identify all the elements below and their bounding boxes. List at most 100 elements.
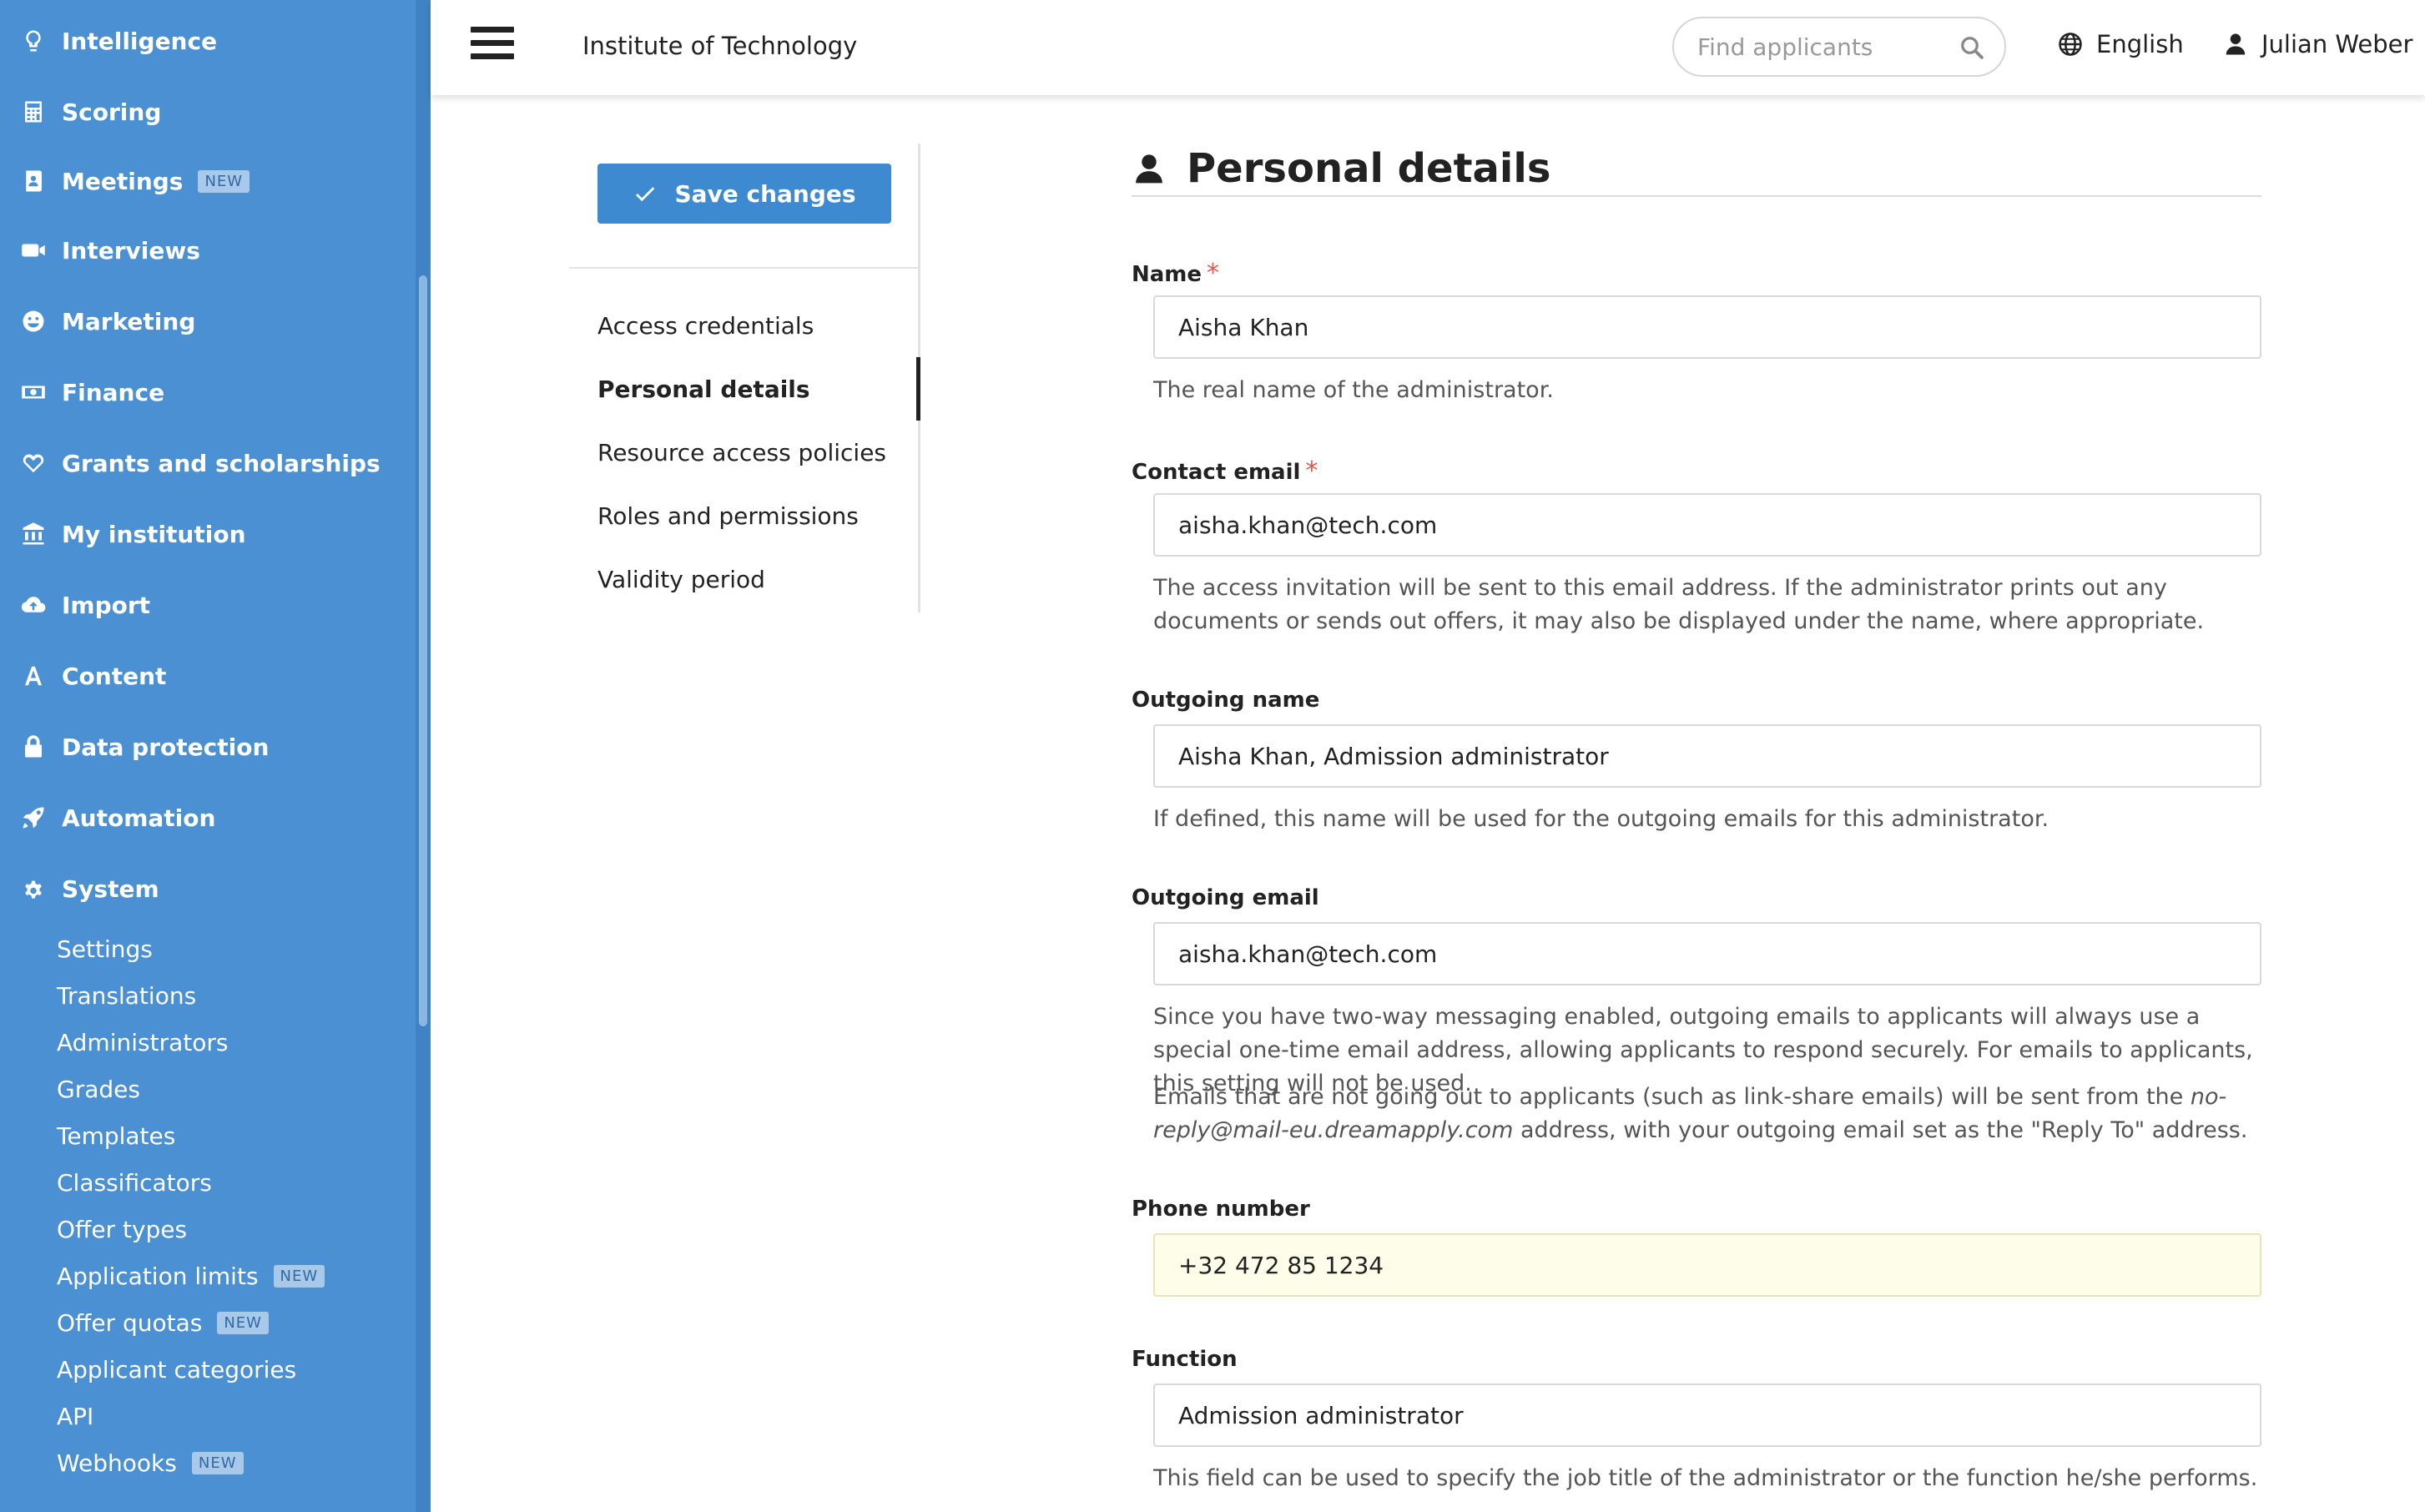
function-help: This field can be used to specify the jo… — [1153, 1465, 2258, 1491]
outgoing-name-label: Outgoing name — [1132, 688, 1320, 713]
divider — [569, 267, 920, 269]
sidebar-item-label: Data protection — [62, 733, 270, 761]
section-link-resource-access-policies[interactable]: Resource access policies — [597, 439, 886, 466]
sidebar-item-marketing[interactable]: Marketing — [20, 296, 195, 346]
sidebar-item-label: Scoring — [62, 98, 162, 126]
sidebar-scrollbar-thumb[interactable] — [419, 275, 427, 1026]
sidebar-subitem-classificators[interactable]: Classificators — [57, 1162, 212, 1203]
phone-number-field[interactable] — [1153, 1233, 2261, 1297]
font-icon — [20, 663, 47, 689]
sidebar-subitem-label: Administrators — [57, 1028, 229, 1056]
sidebar-item-my-institution[interactable]: My institution — [20, 509, 246, 559]
sidebar-item-label: Interviews — [62, 236, 200, 265]
name-label: Name * — [1132, 259, 1219, 288]
contact-email-help: The access invitation will be sent to th… — [1153, 575, 2205, 634]
user-icon — [1136, 154, 1162, 184]
sidebar-item-meetings[interactable]: Meetings NEW — [20, 156, 250, 206]
section-link-roles-and-permissions[interactable]: Roles and permissions — [597, 502, 859, 530]
user-icon — [2226, 33, 2246, 55]
contact-email-label-text: Contact email — [1132, 460, 1301, 485]
sidebar-item-content[interactable]: Content — [20, 651, 166, 701]
sidebar-item-data-protection[interactable]: Data protection — [20, 722, 269, 772]
language-selector[interactable]: English — [2058, 30, 2184, 58]
contact-email-label: Contact email * — [1132, 456, 1318, 486]
sidebar-item-interviews[interactable]: Interviews — [20, 225, 200, 275]
phone-number-label: Phone number — [1132, 1197, 1310, 1222]
sidebar-item-finance[interactable]: Finance — [20, 367, 164, 417]
new-badge: NEW — [273, 1264, 325, 1288]
cloud-upload-icon — [20, 592, 47, 618]
save-button[interactable]: Save changes — [597, 164, 891, 224]
section-link-personal-details[interactable]: Personal details — [597, 375, 810, 403]
sidebar-item-grants[interactable]: Grants and scholarships — [20, 438, 381, 488]
sidebar-subitem-settings[interactable]: Settings — [57, 928, 153, 970]
sidebar-item-label: Import — [62, 591, 151, 619]
heart-icon — [20, 450, 47, 476]
lock-icon — [20, 733, 47, 760]
save-button-label: Save changes — [674, 179, 856, 208]
sidebar-subitem-translations[interactable]: Translations — [57, 975, 196, 1016]
sidebar-subitem-label: Translations — [57, 981, 197, 1010]
sidebar-item-label: My institution — [62, 520, 246, 548]
top-bar: Institute of Technology English Julian W… — [431, 0, 2425, 95]
money-bill-icon — [20, 379, 47, 406]
sidebar-subitem-label: Classificators — [57, 1168, 212, 1197]
search-box[interactable] — [1672, 17, 2006, 77]
lightbulb-icon — [20, 28, 47, 54]
sidebar-subitem-label: Applicant categories — [57, 1355, 297, 1383]
outgoing-name-field[interactable] — [1153, 724, 2261, 788]
section-link-validity-period[interactable]: Validity period — [597, 566, 765, 593]
outgoing-email-help-2-before: Emails that are not going out to applica… — [1153, 1084, 2191, 1110]
sidebar-item-label: Content — [62, 662, 167, 690]
section-link-access-credentials[interactable]: Access credentials — [597, 312, 814, 340]
sidebar-subitem-application-limits[interactable]: Application limits NEW — [57, 1255, 325, 1297]
sidebar-subitem-administrators[interactable]: Administrators — [57, 1021, 228, 1063]
outgoing-email-field[interactable] — [1153, 922, 2261, 985]
sidebar-item-label: System — [62, 874, 159, 903]
sidebar-subitem-webhooks[interactable]: Webhooks NEW — [57, 1442, 244, 1484]
address-book-icon — [20, 168, 47, 194]
bank-icon — [20, 521, 47, 547]
sidebar-subitem-offer-quotas[interactable]: Offer quotas NEW — [57, 1302, 269, 1343]
name-field[interactable] — [1153, 295, 2261, 359]
outgoing-email-help-2: Emails that are not going out to applica… — [1153, 1081, 2263, 1147]
smiley-icon — [20, 308, 47, 335]
new-badge: NEW — [191, 1451, 244, 1474]
active-section-marker — [916, 357, 920, 421]
sidebar-subitem-grades[interactable]: Grades — [57, 1068, 140, 1110]
sidebar-item-automation[interactable]: Automation — [20, 793, 215, 843]
required-marker: * — [1305, 456, 1318, 486]
sidebar-subitem-label: Application limits — [57, 1262, 259, 1290]
sidebar-item-scoring[interactable]: Scoring — [20, 87, 161, 137]
sidebar-subitem-applicant-categories[interactable]: Applicant categories — [57, 1348, 296, 1390]
sidebar-subitem-offer-types[interactable]: Offer types — [57, 1208, 187, 1250]
sidebar-subitem-label: API — [57, 1402, 94, 1430]
organization-name: Institute of Technology — [582, 32, 858, 60]
language-label: English — [2096, 30, 2184, 58]
name-label-text: Name — [1132, 262, 1202, 287]
sidebar-subitem-templates[interactable]: Templates — [57, 1115, 175, 1157]
sidebar-subitem-label: Grades — [57, 1075, 140, 1103]
sidebar-scrollbar[interactable] — [416, 0, 431, 1512]
calculator-icon — [20, 98, 47, 125]
search-icon[interactable] — [1959, 35, 1984, 60]
new-badge: NEW — [217, 1311, 269, 1334]
hamburger-menu-icon[interactable] — [471, 27, 514, 65]
function-field[interactable] — [1153, 1383, 2261, 1447]
sidebar-item-label: Grants and scholarships — [62, 449, 381, 477]
user-name: Julian Weber — [2261, 30, 2413, 58]
new-badge: NEW — [198, 169, 250, 193]
sidebar-subitem-label: Webhooks — [57, 1449, 177, 1477]
sidebar-subitem-label: Offer quotas — [57, 1308, 203, 1337]
gear-icon — [20, 875, 47, 902]
sidebar-item-system[interactable]: System — [20, 864, 159, 914]
rocket-icon — [20, 804, 47, 831]
sidebar-subitem-api[interactable]: API — [57, 1395, 93, 1437]
form-header: Personal details — [1132, 142, 2261, 197]
contact-email-field[interactable] — [1153, 493, 2261, 557]
sidebar: Intelligence Scoring Meetings NEW Interv… — [0, 0, 431, 1512]
sidebar-item-intelligence[interactable]: Intelligence — [20, 16, 217, 66]
sidebar-item-import[interactable]: Import — [20, 580, 150, 630]
search-input[interactable] — [1697, 33, 1948, 61]
user-menu[interactable]: Julian Weber — [2223, 30, 2412, 58]
